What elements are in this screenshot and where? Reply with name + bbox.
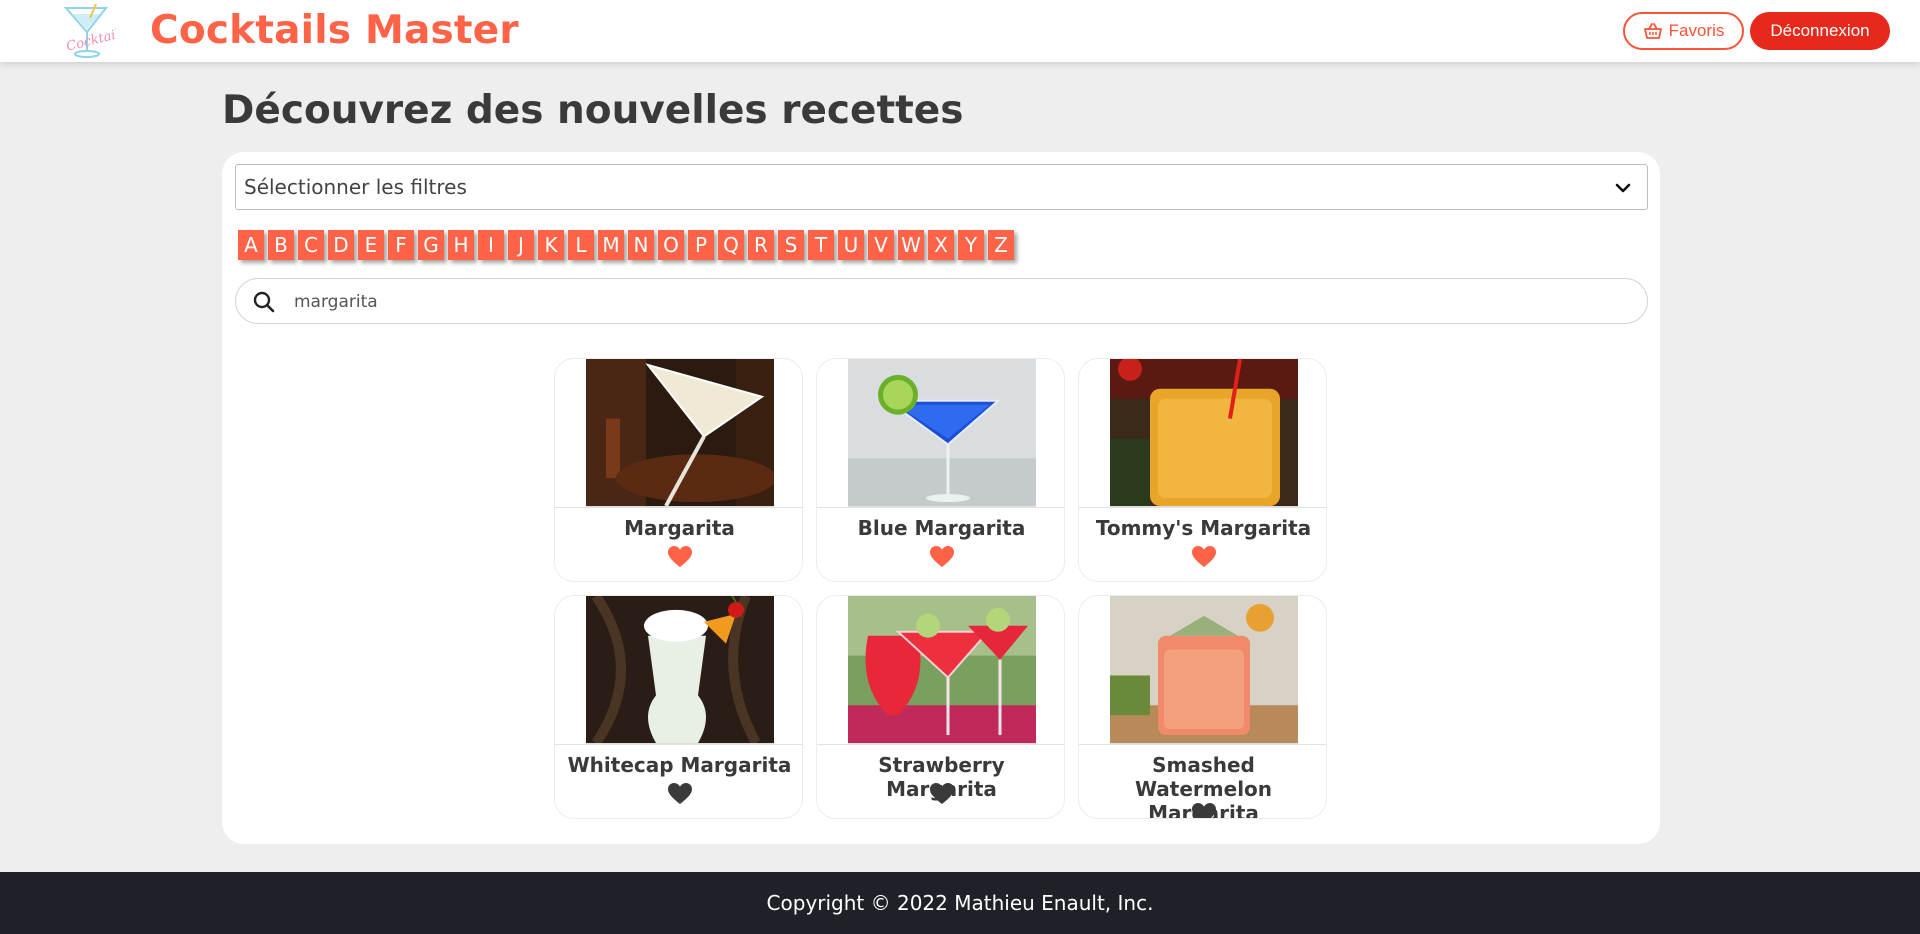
cocktail-card[interactable]: Blue Margarita (816, 358, 1065, 582)
logout-button[interactable]: Déconnexion (1750, 12, 1890, 50)
cocktail-card[interactable]: Smashed Watermelon Margarita (1078, 595, 1327, 819)
cocktail-logo[interactable]: Cocktails (60, 2, 128, 60)
filter-select[interactable]: Sélectionner les filtres (235, 164, 1648, 210)
cocktail-name: Margarita (624, 516, 735, 540)
copyright-text: Copyright © 2022 Mathieu Enault, Inc. (766, 891, 1154, 915)
page-title: Découvrez des nouvelles recettes (222, 88, 964, 133)
heart-icon[interactable] (929, 782, 955, 806)
alphabet-filter: ABCDEFGHIJKLMNOPQRSTUVWXYZ (238, 230, 1014, 260)
heart-icon[interactable] (1191, 802, 1217, 819)
cocktail-name: Blue Margarita (857, 516, 1026, 540)
letter-filter-p[interactable]: P (688, 230, 714, 260)
brand-title[interactable]: Cocktails Master (150, 8, 519, 53)
letter-filter-m[interactable]: M (598, 230, 624, 260)
cocktail-name: Whitecap Margarita (567, 753, 792, 777)
letter-filter-c[interactable]: C (298, 230, 324, 260)
letter-filter-k[interactable]: K (538, 230, 564, 260)
heart-icon[interactable] (667, 545, 693, 569)
cocktail-image (586, 596, 774, 744)
favorites-label: Favoris (1668, 21, 1725, 40)
heart-icon[interactable] (667, 782, 693, 806)
letter-filter-b[interactable]: B (268, 230, 294, 260)
letter-filter-v[interactable]: V (868, 230, 894, 260)
chevron-down-icon (1615, 183, 1631, 193)
cocktail-name: Tommy's Margarita (1095, 516, 1312, 540)
letter-filter-r[interactable]: R (748, 230, 774, 260)
letter-filter-f[interactable]: F (388, 230, 414, 260)
footer: Copyright © 2022 Mathieu Enault, Inc. (0, 872, 1920, 934)
cocktail-card[interactable]: Margarita (554, 358, 803, 582)
search-bar[interactable] (235, 278, 1648, 324)
search-input[interactable] (294, 287, 1624, 317)
cocktail-image (848, 359, 1036, 507)
cocktail-card[interactable]: Strawberry Margarita (816, 595, 1065, 819)
cocktail-grid: Margarita Blue Margarita Tommy's Margari… (554, 358, 1327, 819)
letter-filter-j[interactable]: J (508, 230, 534, 260)
letter-filter-q[interactable]: Q (718, 230, 744, 260)
cocktail-card[interactable]: Whitecap Margarita (554, 595, 803, 819)
cocktail-image (586, 359, 774, 507)
cocktail-card[interactable]: Tommy's Margarita (1078, 358, 1327, 582)
letter-filter-o[interactable]: O (658, 230, 684, 260)
letter-filter-n[interactable]: N (628, 230, 654, 260)
cocktail-image (1110, 596, 1298, 744)
filter-select-label: Sélectionner les filtres (244, 175, 467, 199)
letter-filter-e[interactable]: E (358, 230, 384, 260)
letter-filter-y[interactable]: Y (958, 230, 984, 260)
letter-filter-h[interactable]: H (448, 230, 474, 260)
basket-icon (1643, 23, 1662, 39)
letter-filter-i[interactable]: I (478, 230, 504, 260)
cocktail-image (848, 596, 1036, 744)
letter-filter-d[interactable]: D (328, 230, 354, 260)
letter-filter-x[interactable]: X (928, 230, 954, 260)
letter-filter-g[interactable]: G (418, 230, 444, 260)
letter-filter-w[interactable]: W (898, 230, 924, 260)
letter-filter-t[interactable]: T (808, 230, 834, 260)
letter-filter-s[interactable]: S (778, 230, 804, 260)
letter-filter-l[interactable]: L (568, 230, 594, 260)
letter-filter-a[interactable]: A (238, 230, 264, 260)
top-navbar: Cocktails Cocktails Master Favoris Décon… (0, 0, 1920, 62)
cocktail-image (1110, 359, 1298, 507)
favorites-button[interactable]: Favoris (1623, 12, 1744, 50)
letter-filter-z[interactable]: Z (988, 230, 1014, 260)
heart-icon[interactable] (929, 545, 955, 569)
heart-icon[interactable] (1191, 545, 1217, 569)
search-icon (253, 291, 275, 313)
search-panel: Sélectionner les filtres ABCDEFGHIJKLMNO… (222, 152, 1660, 844)
letter-filter-u[interactable]: U (838, 230, 864, 260)
